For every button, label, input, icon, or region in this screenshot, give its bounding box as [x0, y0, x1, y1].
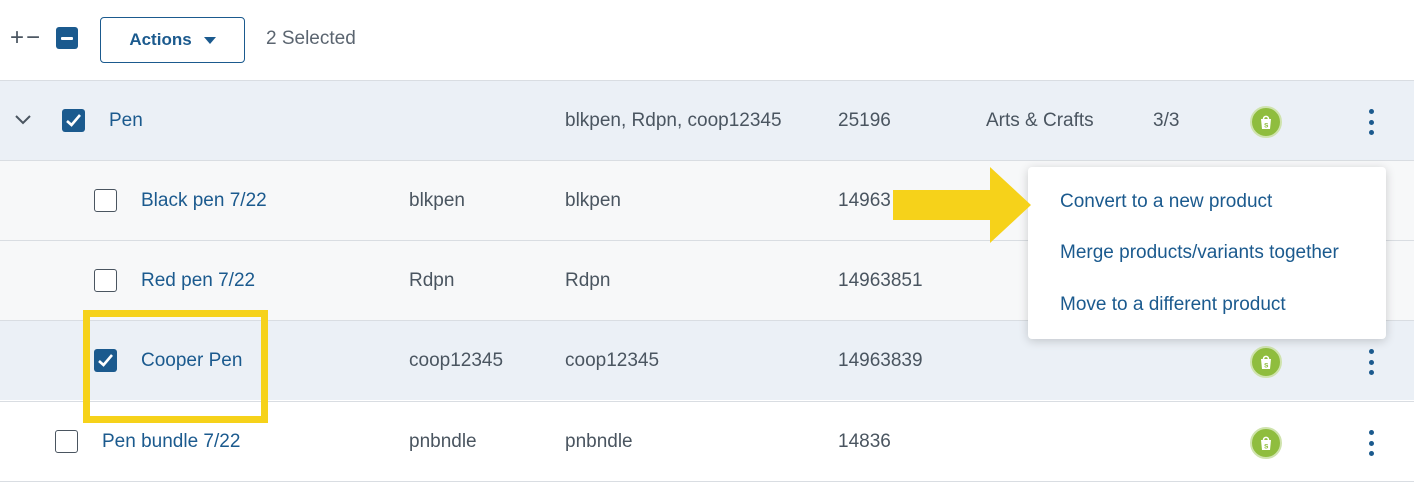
variant-id: 14963839 — [838, 350, 923, 371]
annotation-arrow-icon — [893, 167, 1031, 243]
toolbar: +− Actions 2 Selected — [0, 0, 1414, 80]
variant-sku-alt: blkpen — [565, 190, 621, 211]
selection-count: 2 Selected — [266, 28, 356, 49]
menu-item-move-to-different-product[interactable]: Move to a different product — [1060, 294, 1286, 316]
row-checkbox[interactable] — [94, 269, 117, 292]
product-category: Arts & Crafts — [986, 110, 1094, 131]
row-checkbox[interactable] — [55, 430, 78, 453]
expand-collapse-all-toggle[interactable]: +− — [10, 24, 42, 52]
product-id: 14836 — [838, 431, 891, 452]
kebab-menu-icon[interactable] — [1366, 349, 1376, 375]
variant-sku-alt: Rdpn — [565, 270, 611, 291]
shopify-icon: s — [1250, 106, 1282, 138]
shopify-icon: s — [1250, 427, 1282, 459]
actions-button-label: Actions — [129, 30, 192, 49]
variant-sku-alt: coop12345 — [565, 350, 660, 371]
variant-sku: Rdpn — [409, 270, 455, 291]
product-sku-alt: pnbndle — [565, 431, 633, 452]
menu-item-convert-to-new-product[interactable]: Convert to a new product — [1060, 191, 1272, 213]
svg-text:s: s — [1264, 121, 1269, 130]
menu-item-merge-products[interactable]: Merge products/variants together — [1060, 242, 1339, 264]
svg-text:s: s — [1264, 361, 1269, 370]
variant-id: 14963851 — [838, 270, 923, 291]
row-checkbox[interactable] — [94, 189, 117, 212]
variant-sku: coop12345 — [409, 350, 504, 371]
variant-id: 14963 — [838, 190, 891, 211]
select-all-checkbox[interactable] — [56, 27, 78, 49]
annotation-highlight-box — [83, 310, 268, 423]
product-name-link[interactable]: Pen — [109, 81, 143, 161]
variant-sku: blkpen — [409, 190, 465, 211]
row-checkbox[interactable] — [62, 109, 85, 132]
product-skus: blkpen, Rdpn, coop12345 — [565, 110, 782, 131]
product-id: 25196 — [838, 110, 891, 131]
product-sku: pnbndle — [409, 431, 477, 452]
actions-button[interactable]: Actions — [100, 17, 245, 63]
caret-down-icon — [203, 36, 216, 44]
variant-count: 3/3 — [1153, 110, 1180, 131]
svg-text:s: s — [1264, 442, 1269, 451]
row-actions-menu: Convert to a new product Merge products/… — [1028, 167, 1386, 339]
chevron-down-icon[interactable] — [14, 113, 32, 127]
shopify-icon: s — [1250, 346, 1282, 378]
kebab-menu-icon[interactable] — [1366, 109, 1376, 135]
table-row-parent[interactable]: Pen blkpen, Rdpn, coop12345 25196 Arts &… — [0, 80, 1414, 160]
kebab-menu-icon[interactable] — [1366, 430, 1376, 456]
variant-name-link[interactable]: Black pen 7/22 — [141, 161, 267, 241]
variant-name-link[interactable]: Red pen 7/22 — [141, 241, 255, 321]
